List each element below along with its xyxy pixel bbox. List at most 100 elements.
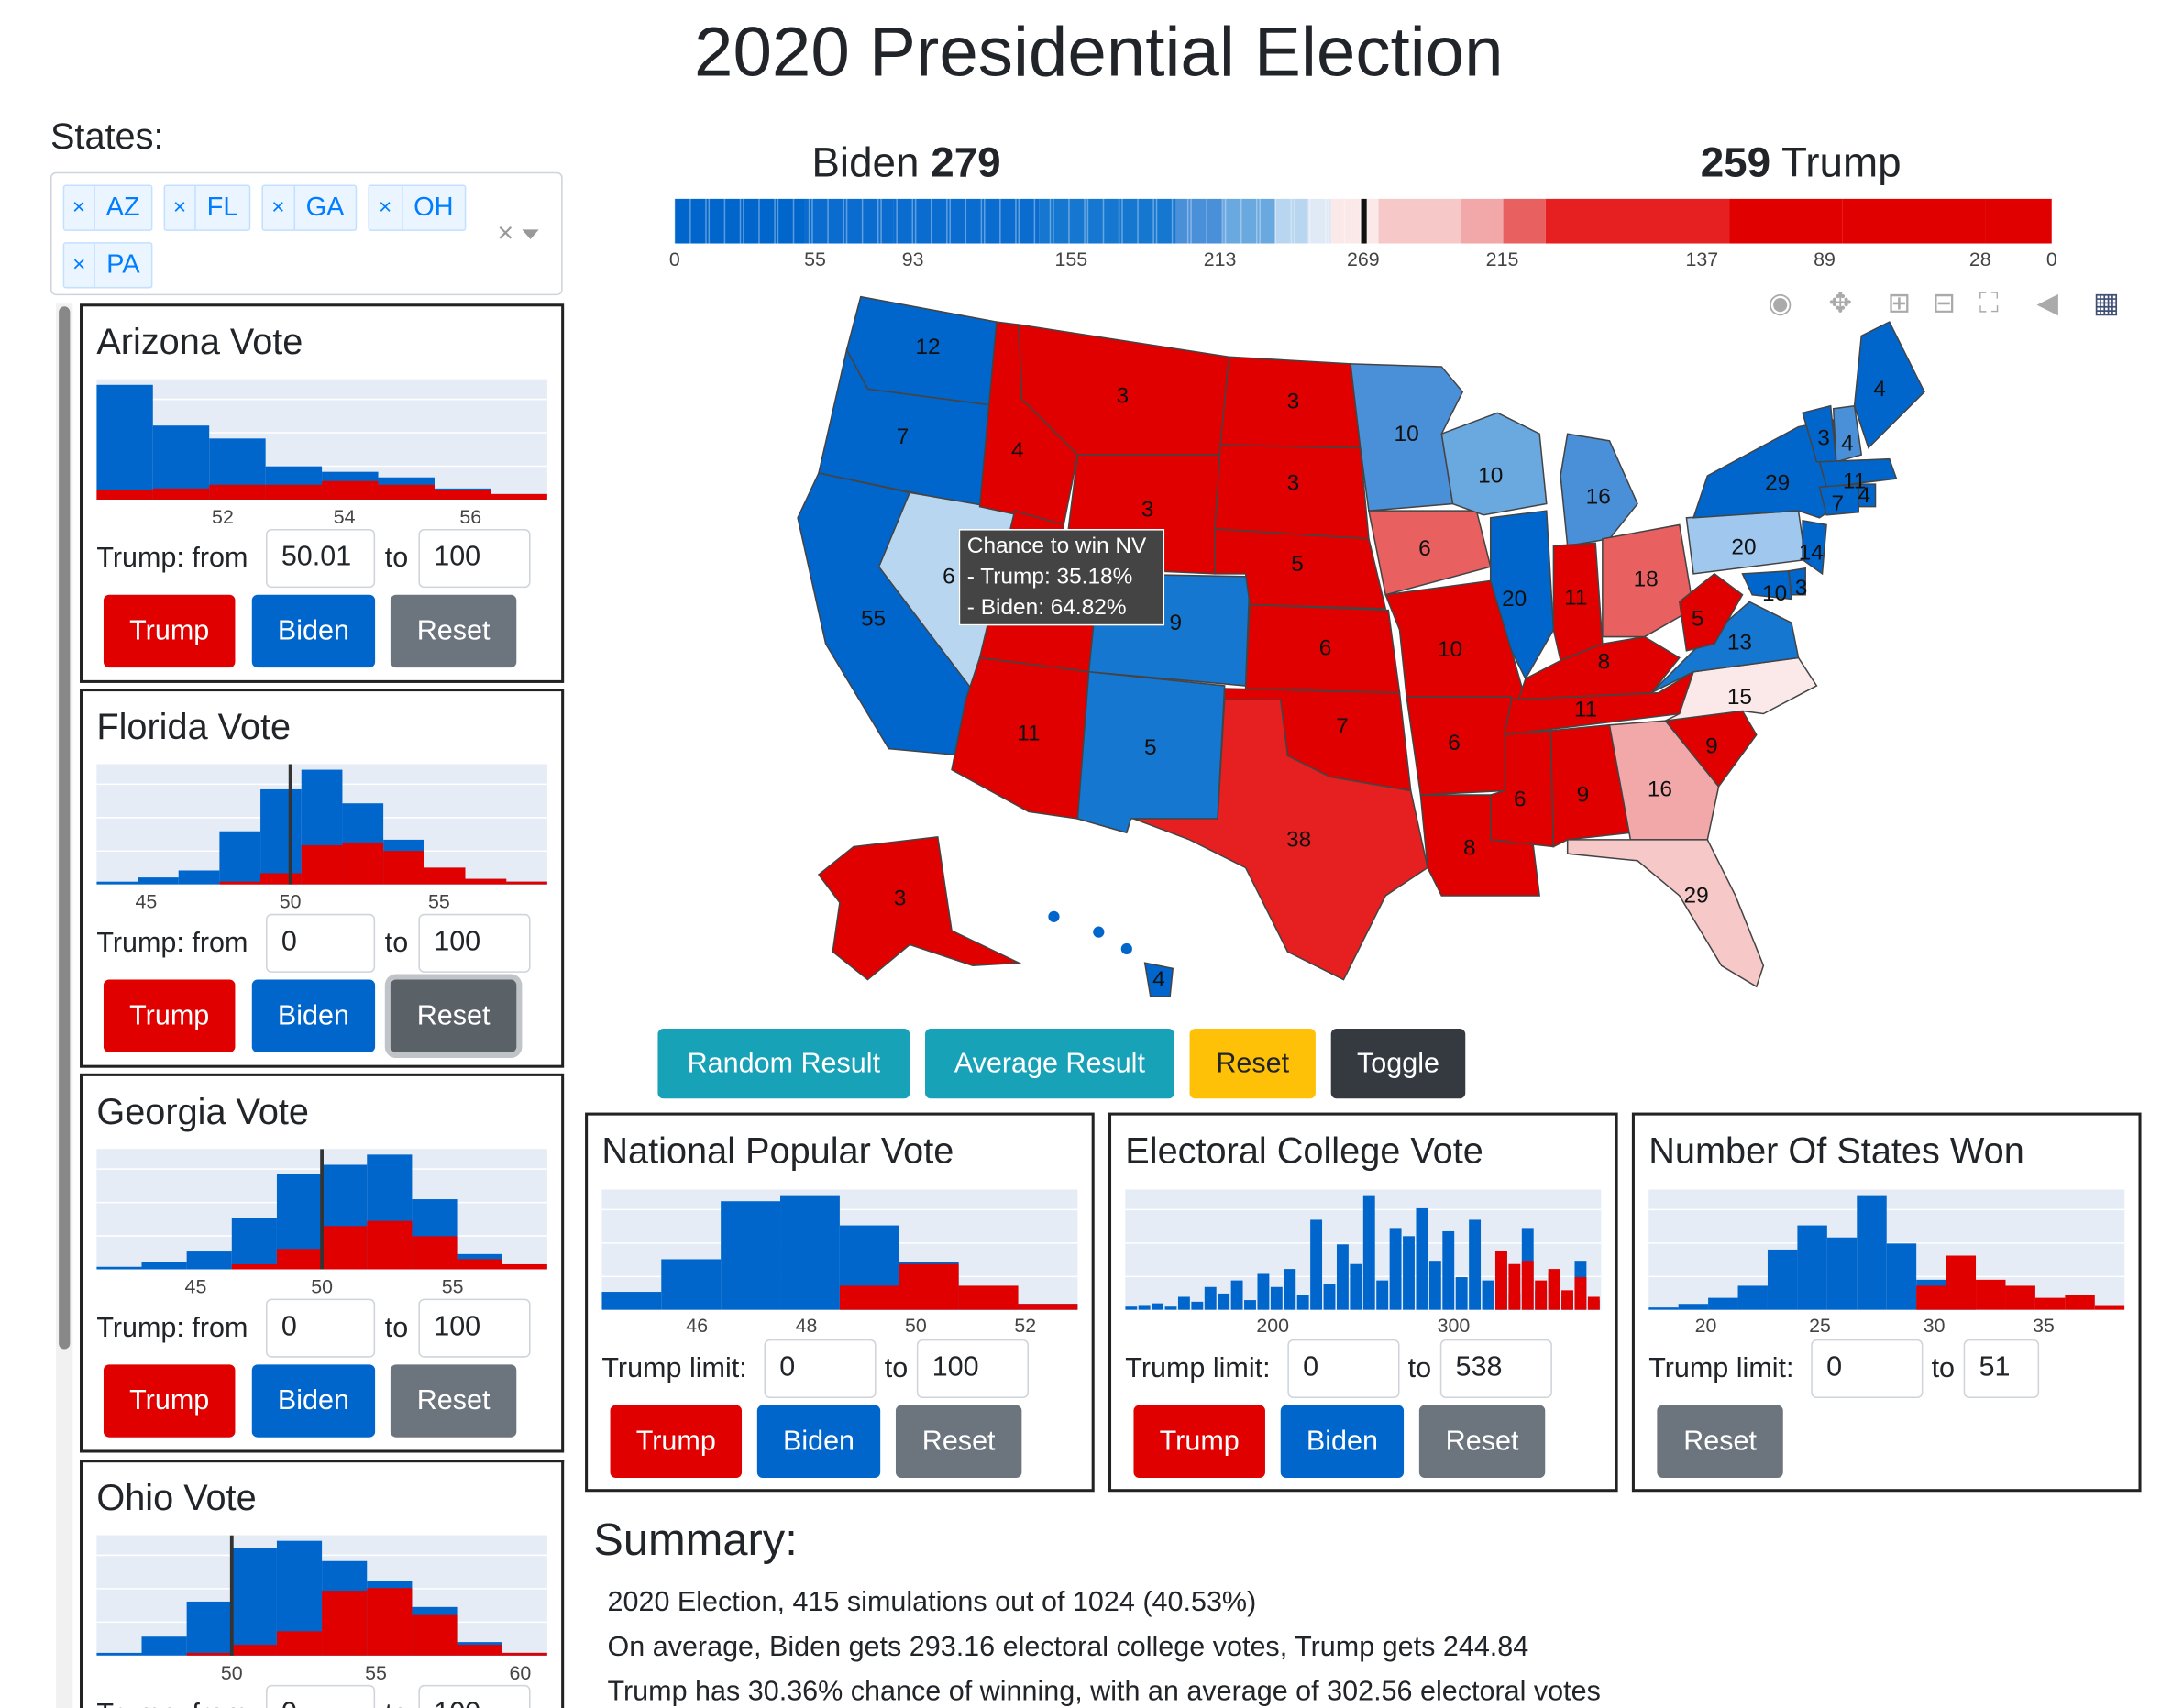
biden-bar xyxy=(1284,1269,1296,1310)
trump-button[interactable]: Trump xyxy=(610,1405,743,1478)
summary-line-2: On average, Biden gets 293.16 electoral … xyxy=(607,1631,1529,1663)
state-tag-ga[interactable]: × GA xyxy=(261,184,358,231)
biden-bar xyxy=(1482,1280,1494,1310)
biden-button[interactable]: Biden xyxy=(251,979,376,1052)
histogram-svg xyxy=(96,764,547,885)
biden-bar xyxy=(1323,1284,1336,1310)
reset-button[interactable]: Reset xyxy=(1657,1405,1783,1478)
trump-from-label: Trump: from xyxy=(96,543,248,574)
states-multiselect[interactable]: × AZ × FL × GA × OH × PA × xyxy=(50,171,563,296)
reset-button[interactable]: Reset xyxy=(1418,1405,1546,1478)
state-ev-label-de: 3 xyxy=(1795,576,1808,601)
biden-button[interactable]: Biden xyxy=(756,1405,881,1478)
trump-limit-from-input[interactable]: 0 xyxy=(1811,1339,1924,1398)
remove-tag-icon[interactable]: × xyxy=(64,186,95,230)
random-result-button[interactable]: Random Result xyxy=(657,1028,910,1099)
biden-bar xyxy=(1257,1273,1270,1310)
electoral-bar-segment xyxy=(1503,198,1546,244)
us-map[interactable]: 1275564336119533567381061068102016118116… xyxy=(784,280,1988,1008)
biden-bar xyxy=(1737,1285,1768,1310)
state-ev-label-nm: 5 xyxy=(1144,735,1157,760)
trump-limit-to-input[interactable]: 100 xyxy=(916,1339,1029,1398)
trump-button[interactable]: Trump xyxy=(1133,1405,1265,1478)
remove-tag-icon[interactable]: × xyxy=(263,186,295,230)
state-card-title: Florida Vote xyxy=(96,705,292,748)
state-tag-az[interactable]: × AZ xyxy=(62,184,153,231)
biden-bar xyxy=(1886,1243,1917,1310)
biden-bar xyxy=(96,384,153,500)
reset-button[interactable]: Reset xyxy=(895,1405,1022,1478)
state-tag-pa[interactable]: × PA xyxy=(62,242,153,289)
trump-bar xyxy=(276,1249,323,1270)
reset-button[interactable]: Reset xyxy=(390,1364,517,1438)
remove-tag-icon[interactable]: × xyxy=(369,186,402,230)
trump-limit-from-input[interactable]: 0 xyxy=(764,1339,877,1398)
biden-bar xyxy=(96,1652,142,1656)
electoral-bar-segment xyxy=(1307,198,1332,244)
trump-button[interactable]: Trump xyxy=(103,1364,236,1438)
trump-from-input[interactable]: 0 xyxy=(266,1298,376,1358)
page-title: 2020 Presidential Election xyxy=(694,12,1504,92)
biden-bar xyxy=(1230,1280,1243,1310)
state-ev-label-nd: 3 xyxy=(1287,390,1300,414)
trump-bar xyxy=(383,851,424,885)
clear-all-icon[interactable]: × xyxy=(497,218,513,250)
remove-tag-icon[interactable]: × xyxy=(165,186,196,230)
plotly-logo-icon[interactable]: ▦ xyxy=(2091,288,2122,319)
biden-bar xyxy=(1648,1307,1679,1310)
trump-from-input[interactable]: 50.01 xyxy=(266,529,376,589)
biden-bar xyxy=(1270,1286,1283,1310)
trump-limit-to-input[interactable]: 51 xyxy=(1963,1339,2040,1398)
trump-limit-from-input[interactable]: 0 xyxy=(1287,1339,1400,1398)
axis-tick-label: 50 xyxy=(279,889,302,913)
trump-bar xyxy=(1018,1304,1078,1310)
trump-bar xyxy=(1574,1277,1587,1310)
biden-bar xyxy=(141,1636,187,1656)
biden-button[interactable]: Biden xyxy=(251,594,376,668)
electoral-bar-tick: 93 xyxy=(901,248,924,270)
trump-from-input[interactable]: 0 xyxy=(266,913,376,973)
state-ak xyxy=(817,836,1022,981)
trump-limit-to-input[interactable]: 538 xyxy=(1439,1339,1552,1398)
biden-bar xyxy=(661,1259,722,1310)
state-tag-fl[interactable]: × FL xyxy=(163,184,251,231)
axis-tick-label: 54 xyxy=(333,505,356,528)
state-ev-label-ny: 29 xyxy=(1765,470,1790,495)
biden-bar xyxy=(219,831,261,885)
average-result-button[interactable]: Average Result xyxy=(925,1028,1174,1099)
state-ev-label-wi: 10 xyxy=(1478,464,1503,489)
to-label: to xyxy=(384,928,409,959)
state-hi-2 xyxy=(1093,926,1105,938)
biden-bar xyxy=(1336,1244,1349,1310)
trump-to-input[interactable]: 100 xyxy=(418,529,531,589)
trump-to-input[interactable]: 100 xyxy=(418,913,531,973)
trump-bar xyxy=(367,1220,413,1270)
biden-button[interactable]: Biden xyxy=(1280,1405,1405,1478)
trump-to-input[interactable]: 100 xyxy=(418,1684,531,1708)
reset-button[interactable]: Reset xyxy=(390,594,517,668)
trump-bar xyxy=(322,1591,368,1656)
trump-from-input[interactable]: 0 xyxy=(266,1684,376,1708)
to-label: to xyxy=(385,1699,408,1708)
state-ev-label-ct: 7 xyxy=(1832,491,1845,516)
reset-axes-icon[interactable]: ◀ xyxy=(2032,288,2063,319)
trump-bar xyxy=(186,1652,232,1656)
trump-bar xyxy=(152,488,210,500)
trump-bar xyxy=(1587,1296,1600,1310)
state-tag-oh[interactable]: × OH xyxy=(368,184,467,231)
chevron-down-icon[interactable] xyxy=(522,229,539,240)
reset-all-button[interactable]: Reset xyxy=(1189,1028,1316,1099)
remove-tag-icon[interactable]: × xyxy=(64,243,95,287)
state-card: Arizona Vote 52 54 56 Trump: from 50.01 to 100 T… xyxy=(80,303,565,683)
state-histogram xyxy=(96,1149,547,1270)
trump-to-input[interactable]: 100 xyxy=(418,1298,531,1358)
axis-tick-label: 48 xyxy=(795,1314,818,1337)
reset-button[interactable]: Reset xyxy=(390,979,517,1052)
toggle-button[interactable]: Toggle xyxy=(1330,1028,1466,1099)
scrollbar-thumb[interactable] xyxy=(59,306,71,1350)
biden-button[interactable]: Biden xyxy=(251,1364,376,1438)
trump-button[interactable]: Trump xyxy=(103,594,236,668)
biden-total-label: Biden 279 xyxy=(811,139,1001,187)
trump-button[interactable]: Trump xyxy=(103,979,236,1052)
trump-bar xyxy=(899,1263,959,1310)
